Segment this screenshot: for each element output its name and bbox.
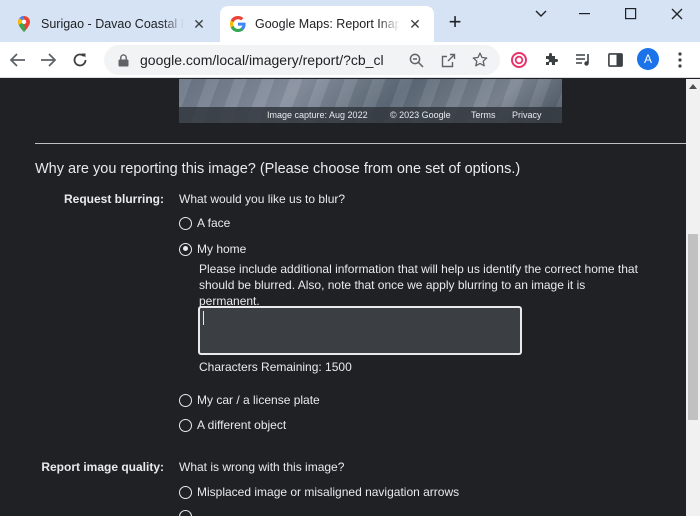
option-car-license-plate[interactable]: My car / a license plate — [179, 393, 320, 407]
text-caret — [203, 311, 204, 325]
zoom-magnifier-icon[interactable] — [407, 51, 425, 69]
radio-button[interactable] — [179, 510, 192, 516]
characters-remaining: Characters Remaining: 1500 — [199, 360, 352, 374]
media-queue-icon[interactable] — [573, 50, 593, 70]
reload-icon[interactable] — [68, 48, 92, 72]
quality-prompt: What is wrong with this image? — [179, 460, 345, 474]
image-credits-bar: Image capture: Aug 2022 © 2023 Google Te… — [179, 107, 562, 123]
window-close-icon[interactable] — [654, 0, 700, 28]
browser-toolbar: google.com/local/imagery/report/?cb_cl — [0, 42, 700, 78]
tab-strip: Surigao - Davao Coastal Rd - Google ✕ Go… — [0, 0, 700, 42]
scroll-up-arrow-icon[interactable] — [686, 79, 700, 93]
blur-prompt: What would you like us to blur? — [179, 192, 346, 206]
street-view-image: Image capture: Aug 2022 © 2023 Google Te… — [179, 79, 562, 123]
option-misplaced-image[interactable]: Misplaced image or misaligned navigation… — [179, 485, 459, 499]
option-my-home[interactable]: My home — [179, 242, 246, 256]
google-g-icon — [230, 16, 246, 32]
privacy-link[interactable]: Privacy — [512, 110, 542, 120]
radio-button-selected[interactable] — [179, 242, 192, 256]
profile-avatar[interactable]: A — [637, 48, 659, 70]
radio-button[interactable] — [179, 418, 192, 432]
side-panel-icon[interactable] — [605, 50, 625, 70]
address-bar[interactable]: google.com/local/imagery/report/?cb_cl — [104, 45, 500, 75]
help-line: should be blurred. Also, note that once … — [199, 278, 586, 308]
new-tab-plus-icon[interactable]: + — [444, 11, 466, 34]
url-text: google.com/local/imagery/report/?cb_cl — [140, 52, 384, 68]
radio-button[interactable] — [179, 393, 192, 407]
bookmark-star-icon[interactable] — [471, 51, 489, 69]
terms-link[interactable]: Terms — [471, 110, 496, 120]
radio-button[interactable] — [179, 485, 192, 499]
tab-title: Surigao - Davao Coastal Rd - Google — [41, 17, 184, 31]
divider — [35, 143, 686, 144]
close-icon[interactable]: ✕ — [190, 15, 208, 33]
maximize-icon[interactable] — [608, 0, 654, 28]
option-label: My home — [197, 242, 247, 256]
image-capture-date: Image capture: Aug 2022 — [267, 110, 368, 120]
tab-search-chevron-icon[interactable] — [518, 0, 564, 28]
forward-arrow-icon[interactable] — [36, 48, 60, 72]
menu-dots-icon[interactable] — [670, 50, 690, 70]
option-label: My car / a license plate — [197, 393, 320, 407]
page-content: Image capture: Aug 2022 © 2023 Google Te… — [0, 79, 686, 516]
help-line: Please include additional information th… — [199, 262, 638, 276]
lock-icon[interactable] — [116, 53, 130, 67]
copyright-text: © 2023 Google — [390, 110, 451, 120]
option-different-object[interactable]: A different object — [179, 418, 286, 432]
tab-surigao[interactable]: Surigao - Davao Coastal Rd - Google ✕ — [6, 6, 218, 42]
back-arrow-icon[interactable] — [6, 48, 30, 72]
google-maps-pin-icon — [16, 16, 32, 32]
report-image-quality-label: Report image quality: — [41, 460, 164, 474]
extensions-puzzle-icon[interactable] — [541, 50, 561, 70]
report-question: Why are you reporting this image? (Pleas… — [35, 161, 521, 177]
home-details-textarea[interactable] — [198, 306, 522, 355]
minimize-icon[interactable] — [562, 0, 608, 28]
option-a-face[interactable]: A face — [179, 216, 230, 230]
tab-title: Google Maps: Report Inappropriate — [255, 17, 400, 31]
radio-button[interactable] — [179, 216, 192, 230]
option-cut-off[interactable] — [179, 510, 197, 516]
option-label: A different object — [197, 418, 287, 432]
option-label: A face — [197, 216, 231, 230]
extension-ring-icon[interactable] — [509, 50, 529, 70]
share-icon[interactable] — [439, 51, 457, 69]
close-icon[interactable]: ✕ — [406, 15, 424, 33]
vertical-scrollbar[interactable] — [686, 79, 700, 516]
scrollbar-thumb[interactable] — [688, 234, 698, 420]
option-label: Misplaced image or misaligned navigation… — [197, 485, 460, 499]
request-blurring-label: Request blurring: — [63, 192, 164, 206]
tab-report[interactable]: Google Maps: Report Inappropriate ✕ — [220, 6, 434, 42]
